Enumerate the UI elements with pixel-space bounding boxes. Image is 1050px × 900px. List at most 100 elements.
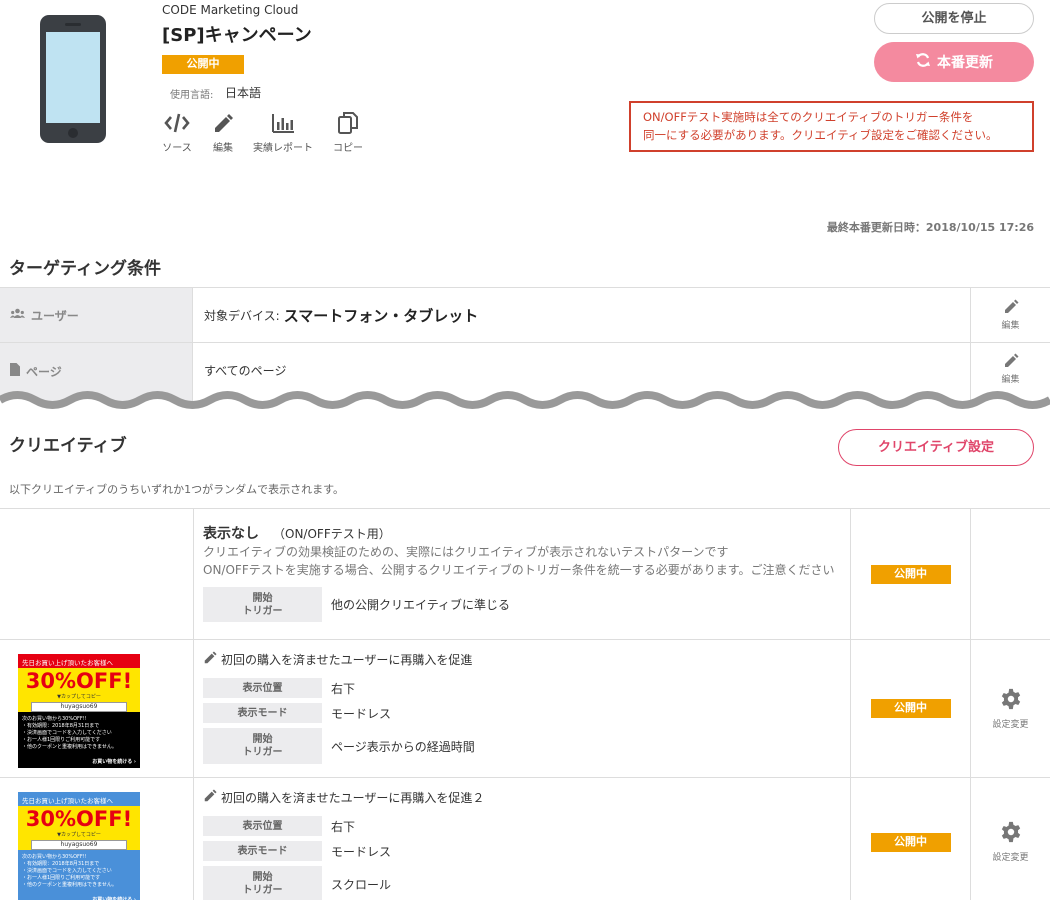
creative-row: 先日お買い上げ頂いたお客様へ 30%OFF! ▼カップしてコピー huyagsu… xyxy=(0,639,1050,777)
app-name: CODE Marketing Cloud xyxy=(162,3,299,17)
gear-icon xyxy=(1000,821,1022,846)
edit-user-targeting-button[interactable]: 編集 xyxy=(970,288,1050,342)
banner-top-text: 先日お買い上げ頂いたお客様へ xyxy=(18,654,140,668)
creative-note-1: クリエイティブの効果検証のための、実際にはクリエイティブが表示されないテストパタ… xyxy=(203,545,729,559)
mode-value: モードレス xyxy=(331,844,392,859)
source-button[interactable]: ソース xyxy=(162,110,192,154)
banner-body-line: ・他のクーポンと重複利用はできません。 xyxy=(22,882,117,888)
pencil-icon xyxy=(1003,299,1019,318)
report-button[interactable]: 実績レポート xyxy=(253,110,313,154)
edit-button[interactable]: 編集 xyxy=(210,110,236,154)
position-value: 右下 xyxy=(331,681,356,696)
page-value: すべてのページ xyxy=(204,364,287,378)
trigger-key: 開始 トリガー xyxy=(203,587,322,622)
targeting-label-user: ユーザー xyxy=(0,288,193,342)
banner-top-text: 先日お買い上げ頂いたお客様へ xyxy=(18,792,140,806)
copy-label: コピー xyxy=(333,143,363,154)
stop-publishing-button[interactable]: 公開を停止 xyxy=(874,3,1034,34)
creative-banner-thumbnail[interactable]: 先日お買い上げ頂いたお客様へ 30%OFF! ▼カップしてコピー huyagsu… xyxy=(18,792,140,900)
warning-line-1: ON/OFFテスト実施時は全てのクリエイティブのトリガー条件を xyxy=(643,110,974,124)
copy-button[interactable]: コピー xyxy=(333,110,363,154)
creatives-section-title: クリエイティブ xyxy=(9,436,127,456)
pencil-icon xyxy=(210,110,236,136)
creative-note-2: ON/OFFテストを実施する場合、公開するクリエイティブのトリガー条件を統一する… xyxy=(203,563,835,577)
position-value: 右下 xyxy=(331,819,356,834)
targeting-section-title: ターゲティング条件 xyxy=(9,259,161,279)
banner-off-text: 30%OFF! xyxy=(25,669,133,693)
creative-settings-button[interactable]: クリエイティブ設定 xyxy=(838,429,1034,466)
edit-label: 編集 xyxy=(1001,375,1020,385)
banner-body-line: ・他のクーポンと重複利用はできません。 xyxy=(22,744,117,750)
creative-title: 初回の購入を済ませたユーザーに再購入を促進 xyxy=(203,651,472,668)
publish-update-button[interactable]: 本番更新 xyxy=(874,42,1034,82)
banner-body-line: 次のお買い物から30%OFF!! xyxy=(22,716,87,722)
code-icon xyxy=(162,110,192,136)
trigger-value: 他の公開クリエイティブに準じる xyxy=(331,598,511,612)
source-label: ソース xyxy=(162,143,192,154)
status-badge: 公開中 xyxy=(870,699,951,718)
page-icon xyxy=(10,363,20,379)
trigger-value: スクロール xyxy=(331,877,392,892)
banner-body-line: ・有効期限：2018年8月31日まで xyxy=(22,723,100,729)
warning-message: ON/OFFテスト実施時は全てのクリエイティブのトリガー条件を 同一にする必要が… xyxy=(629,101,1034,152)
mode-value: モードレス xyxy=(331,706,392,721)
section-break-wave xyxy=(0,391,1050,428)
creative-status-cell: 公開中 xyxy=(850,509,970,639)
banner-body-line: 次のお買い物から30%OFF!! xyxy=(22,854,87,860)
creatives-description: 以下クリエイティブのうちいずれか1つがランダムで表示されます。 xyxy=(9,483,345,496)
creative-title-text: 表示なし xyxy=(203,526,259,542)
banner-body-line: ・有効期限：2018年8月31日まで xyxy=(22,861,100,867)
banner-body-line: ・決済画面でコードを入力してください xyxy=(22,868,112,874)
creative-title: 表示なし （ON/OFFテスト用） xyxy=(203,523,391,543)
bar-chart-icon xyxy=(253,110,313,136)
position-key: 表示位置 xyxy=(203,816,322,836)
device-prefix: 対象デバイス: xyxy=(204,308,280,323)
banner-body-line: ・お一人様1回限りご利用可能です xyxy=(22,875,101,881)
creative-status-cell: 公開中 xyxy=(850,640,970,777)
creative-settings-change-button[interactable]: 設定変更 xyxy=(970,640,1050,777)
banner-copy-text: ▼カップしてコピー xyxy=(57,694,101,700)
targeting-label-user-text: ユーザー xyxy=(31,308,79,323)
trigger-value: ページ表示からの経過時間 xyxy=(331,739,475,754)
settings-change-label: 設定変更 xyxy=(992,853,1029,863)
warning-line-2: 同一にする必要があります。クリエイティブ設定をご確認ください。 xyxy=(643,128,998,142)
creative-title-text[interactable]: 初回の購入を済ませたユーザーに再購入を促進２ xyxy=(221,789,484,806)
banner-continue-link: お買い物を続ける › xyxy=(92,897,136,900)
refresh-icon xyxy=(915,52,931,72)
banner-continue-link: お買い物を続ける › xyxy=(92,759,136,765)
pencil-icon xyxy=(203,789,217,806)
mode-key: 表示モード xyxy=(203,703,322,723)
settings-change-label: 設定変更 xyxy=(992,719,1029,730)
creative-title: 初回の購入を済ませたユーザーに再購入を促進２ xyxy=(203,789,484,806)
creative-row: 先日お買い上げ頂いたお客様へ 30%OFF! ▼カップしてコピー huyagsu… xyxy=(0,777,1050,900)
banner-coupon-code: huyagsuo69 xyxy=(31,702,127,712)
targeting-label-page-text: ページ xyxy=(26,365,62,379)
device-value: スマートフォン・タブレット xyxy=(283,306,479,325)
targeting-value-user: 対象デバイス: スマートフォン・タブレット xyxy=(204,288,478,342)
mode-key: 表示モード xyxy=(203,841,322,861)
creative-subtitle: （ON/OFFテスト用） xyxy=(273,526,391,541)
edit-label: 編集 xyxy=(213,143,233,154)
gear-icon xyxy=(1000,688,1022,713)
banner-copy-text: ▼カップしてコピー xyxy=(57,832,101,838)
creative-settings-change-button[interactable]: 設定変更 xyxy=(970,778,1050,900)
device-smartphone-image xyxy=(40,15,106,143)
banner-body-line: ・決済画面でコードを入力してください xyxy=(22,730,112,736)
creative-row: 表示なし （ON/OFFテスト用） クリエイティブの効果検証のための、実際にはク… xyxy=(0,508,1050,639)
trigger-key: 開始 トリガー xyxy=(203,866,322,900)
position-key: 表示位置 xyxy=(203,678,322,698)
language-label: 使用言語: xyxy=(170,90,214,101)
creative-banner-thumbnail[interactable]: 先日お買い上げ頂いたお客様へ 30%OFF! ▼カップしてコピー huyagsu… xyxy=(18,654,140,768)
pencil-icon xyxy=(203,651,217,668)
copy-icon xyxy=(333,110,363,136)
creative-status-cell: 公開中 xyxy=(850,778,970,900)
language-value: 日本語 xyxy=(225,86,262,100)
edit-label: 編集 xyxy=(1001,321,1020,331)
publish-update-label: 本番更新 xyxy=(937,55,993,71)
targeting-row-user: ユーザー 対象デバイス: スマートフォン・タブレット 編集 xyxy=(0,287,1050,342)
creative-title-text[interactable]: 初回の購入を済ませたユーザーに再購入を促進 xyxy=(221,651,472,668)
trigger-key: 開始 トリガー xyxy=(203,728,322,764)
page-title: [SP]キャンペーン xyxy=(162,25,312,46)
status-badge: 公開中 xyxy=(870,564,951,584)
last-updated-timestamp: 最終本番更新日時：2018/10/15 17:26 xyxy=(826,221,1034,234)
